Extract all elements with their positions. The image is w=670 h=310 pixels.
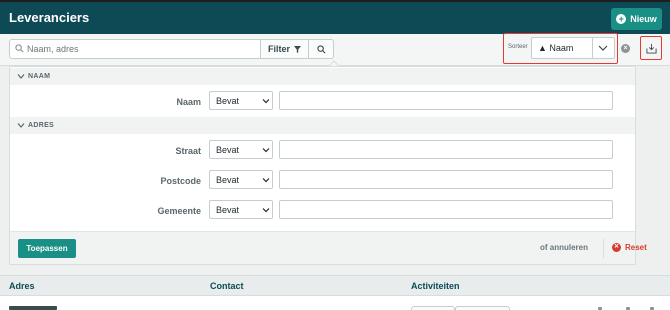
operator-value: Bevat (216, 205, 240, 215)
chevron-down-icon (17, 74, 25, 79)
filter-button-label: Filter (267, 44, 290, 54)
download-icon (645, 43, 657, 54)
sort-label: Sorteer (508, 44, 528, 50)
chevron-down-icon (17, 123, 25, 128)
section-naam[interactable]: NAAM (10, 68, 635, 85)
chevron-down-icon (262, 99, 270, 104)
export-button[interactable] (640, 36, 662, 60)
footer-divider (603, 239, 604, 258)
field-label-straat: Straat (175, 146, 201, 156)
table-row[interactable] (0, 296, 670, 310)
operator-value: Bevat (216, 145, 240, 155)
plus-circle-icon: + (616, 14, 627, 24)
field-label-naam: Naam (176, 97, 201, 107)
operator-select-naam[interactable]: Bevat (209, 91, 273, 110)
search-button[interactable] (309, 39, 334, 59)
activity-pill (455, 306, 510, 310)
filter-panel-footer: Toepassen of annuleren ✕ Reset (10, 231, 647, 264)
search-input[interactable] (27, 42, 257, 56)
page-title: Leveranciers (9, 10, 90, 25)
filter-button[interactable]: Filter (261, 39, 309, 59)
sort-value: ▲ Naam (538, 43, 574, 53)
search-icon (15, 44, 24, 53)
field-label-gemeente: Gemeente (157, 206, 201, 216)
cancel-link[interactable]: of annuleren (540, 243, 588, 252)
funnel-icon (294, 45, 301, 53)
operator-select-straat[interactable]: Bevat (209, 140, 273, 159)
new-button[interactable]: + Nieuw (611, 8, 662, 30)
column-header-activiteiten[interactable]: Activiteiten (411, 281, 460, 291)
new-button-label: Nieuw (630, 14, 657, 24)
close-circle-icon: ✕ (612, 243, 621, 252)
column-header-adres[interactable]: Adres (9, 281, 35, 291)
table-header: Adres Contact Activiteiten (0, 275, 670, 296)
operator-value: Bevat (216, 175, 240, 185)
sort-divider (592, 38, 593, 58)
reset-button[interactable]: ✕ Reset (612, 243, 647, 252)
filter-input-postcode[interactable] (279, 170, 613, 189)
chevron-down-icon (262, 208, 270, 213)
reset-label: Reset (625, 243, 647, 252)
operator-select-gemeente[interactable]: Bevat (209, 200, 273, 219)
filter-panel: NAAM Naam Bevat ADRES Straat Bevat Postc… (9, 66, 647, 265)
chevron-down-icon (262, 148, 270, 153)
filter-input-gemeente[interactable] (279, 200, 613, 219)
field-label-postcode: Postcode (160, 176, 201, 186)
chevron-down-icon (262, 178, 270, 183)
filter-input-straat[interactable] (279, 140, 613, 159)
operator-select-postcode[interactable]: Bevat (209, 170, 273, 189)
top-bar: Leveranciers + Nieuw (0, 0, 670, 34)
column-header-contact[interactable]: Contact (210, 281, 244, 291)
section-adres[interactable]: ADRES (10, 117, 635, 134)
chevron-down-icon (598, 45, 608, 51)
clear-sort-icon[interactable]: × (621, 44, 630, 53)
row-text-cut-off (9, 306, 57, 310)
search-icon (316, 44, 325, 53)
section-title: NAAM (28, 73, 51, 80)
section-title: ADRES (28, 122, 55, 129)
filter-input-naam[interactable] (279, 91, 613, 110)
search-box (9, 39, 261, 59)
operator-value: Bevat (216, 96, 240, 106)
apply-button[interactable]: Toepassen (18, 239, 76, 258)
activity-pill (411, 306, 455, 310)
sort-select[interactable]: ▲ Naam (531, 37, 615, 59)
